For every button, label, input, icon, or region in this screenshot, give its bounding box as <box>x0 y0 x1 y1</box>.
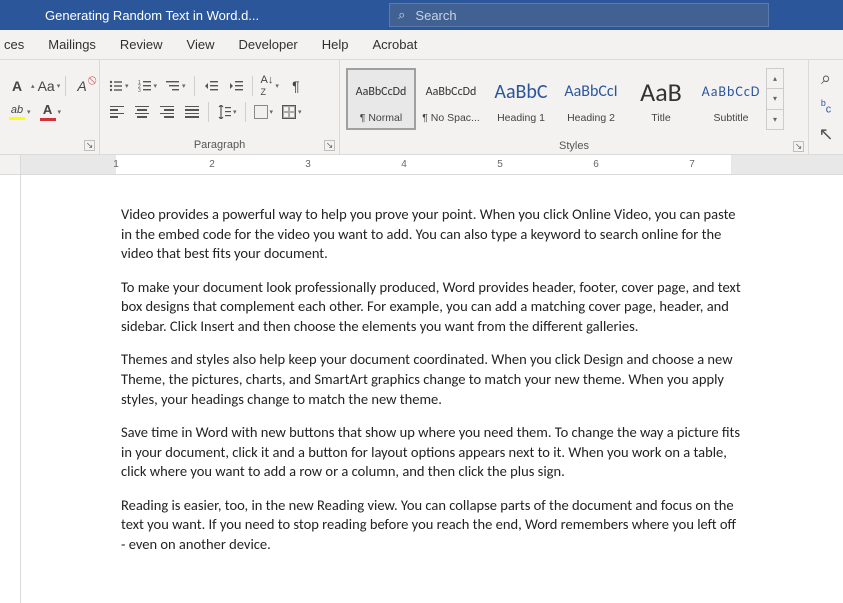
ruler-tick: 4 <box>401 159 407 170</box>
tab-acrobat[interactable]: Acrobat <box>361 30 430 59</box>
bullets-button[interactable] <box>106 75 132 97</box>
style-heading-1[interactable]: AaBbCHeading 1 <box>486 68 556 130</box>
increase-indent-button[interactable] <box>225 75 247 97</box>
document-page[interactable]: Video provides a powerful way to help yo… <box>21 175 843 603</box>
tab-review[interactable]: Review <box>108 30 175 59</box>
ruler-tick: 7 <box>689 159 695 170</box>
styles-group-label: Styles↘ <box>340 138 808 155</box>
ribbon-tabs: cesMailingsReviewViewDeveloperHelpAcroba… <box>0 30 843 60</box>
search-icon: ⌕ <box>398 7 405 23</box>
style-subtitle[interactable]: AaBbCcDSubtitle <box>696 68 766 130</box>
search-box[interactable]: ⌕ Search <box>389 3 769 27</box>
line-spacing-button[interactable] <box>214 101 240 123</box>
numbering-button[interactable]: 123 <box>135 75 161 97</box>
paragraph[interactable]: Save time in Word with new buttons that … <box>121 423 743 482</box>
paragraph-dialog-launcher[interactable]: ↘ <box>324 140 335 151</box>
title-bar: Generating Random Text in Word.d... ⌕ Se… <box>0 0 843 30</box>
horizontal-ruler[interactable]: 1 2 3 4 5 6 7 <box>21 155 843 175</box>
styles-gallery-more[interactable]: ▴▾▾ <box>766 68 784 130</box>
paragraph[interactable]: Themes and styles also help keep your do… <box>121 350 743 409</box>
font-dialog-launcher[interactable]: ↘ <box>84 140 95 151</box>
tab-developer[interactable]: Developer <box>227 30 310 59</box>
find-icon[interactable]: ⌕ <box>821 68 831 89</box>
styles-dialog-launcher[interactable]: ↘ <box>793 141 804 152</box>
borders-button[interactable] <box>279 101 305 123</box>
sort-button[interactable]: A↓Z <box>258 75 282 97</box>
show-paragraph-marks-button[interactable]: ¶ <box>285 75 307 97</box>
svg-text:3: 3 <box>138 88 141 93</box>
style-title[interactable]: AaBTitle <box>626 68 696 130</box>
document-title: Generating Random Text in Word.d... <box>45 8 259 23</box>
clear-formatting-button[interactable]: A⃠ <box>71 75 93 97</box>
align-center-button[interactable] <box>131 101 153 123</box>
tab-mailings[interactable]: Mailings <box>36 30 108 59</box>
replace-icon[interactable]: ᵇc <box>821 97 831 116</box>
font-color-button[interactable]: A <box>37 101 65 123</box>
tab-view[interactable]: View <box>175 30 227 59</box>
ruler-tick: 5 <box>497 159 503 170</box>
separator <box>65 76 66 96</box>
search-placeholder: Search <box>415 8 456 23</box>
document-area: Video provides a powerful way to help yo… <box>0 175 843 603</box>
paragraph[interactable]: To make your document look professionall… <box>121 278 743 337</box>
page-scroll[interactable]: Video provides a powerful way to help yo… <box>21 175 843 603</box>
vertical-ruler[interactable] <box>0 175 21 603</box>
horizontal-ruler-wrap: 1 2 3 4 5 6 7 <box>0 155 843 175</box>
justify-button[interactable] <box>181 101 203 123</box>
style---normal[interactable]: AaBbCcDd¶ Normal <box>346 68 416 130</box>
ruler-tick: 1 <box>113 159 119 170</box>
paragraph[interactable]: Video provides a powerful way to help yo… <box>121 205 743 264</box>
ruler-tick: 6 <box>593 159 599 170</box>
styles-gallery: AaBbCcDd¶ NormalAaBbCcDd¶ No Spac...AaBb… <box>342 64 806 134</box>
paragraph-group-label: Paragraph↘ <box>100 137 339 154</box>
change-case-button[interactable]: Aa <box>38 75 61 97</box>
align-left-button[interactable] <box>106 101 128 123</box>
ribbon: A▴ Aa A⃠ ab A ↘ 123 A↓Z ¶ <box>0 60 843 155</box>
ruler-tick: 3 <box>305 159 311 170</box>
tab-ces[interactable]: ces <box>0 30 36 59</box>
style-heading-2[interactable]: AaBbCcIHeading 2 <box>556 68 626 130</box>
multilevel-list-button[interactable] <box>163 75 189 97</box>
tab-help[interactable]: Help <box>310 30 361 59</box>
shading-button[interactable] <box>251 101 277 123</box>
select-icon[interactable]: ↖ <box>818 124 833 145</box>
highlight-color-button[interactable]: ab <box>6 101 34 123</box>
decrease-indent-button[interactable] <box>200 75 222 97</box>
font-group-label: ↘ <box>0 137 99 154</box>
grow-font-button[interactable]: A <box>6 75 28 97</box>
paragraph[interactable]: Reading is easier, too, in the new Readi… <box>121 496 743 555</box>
ruler-corner <box>0 155 21 175</box>
style---no-spac---[interactable]: AaBbCcDd¶ No Spac... <box>416 68 486 130</box>
ruler-tick: 2 <box>209 159 215 170</box>
align-right-button[interactable] <box>156 101 178 123</box>
ribbon-right-tools: ⌕ ᵇc ↖ <box>809 60 843 154</box>
